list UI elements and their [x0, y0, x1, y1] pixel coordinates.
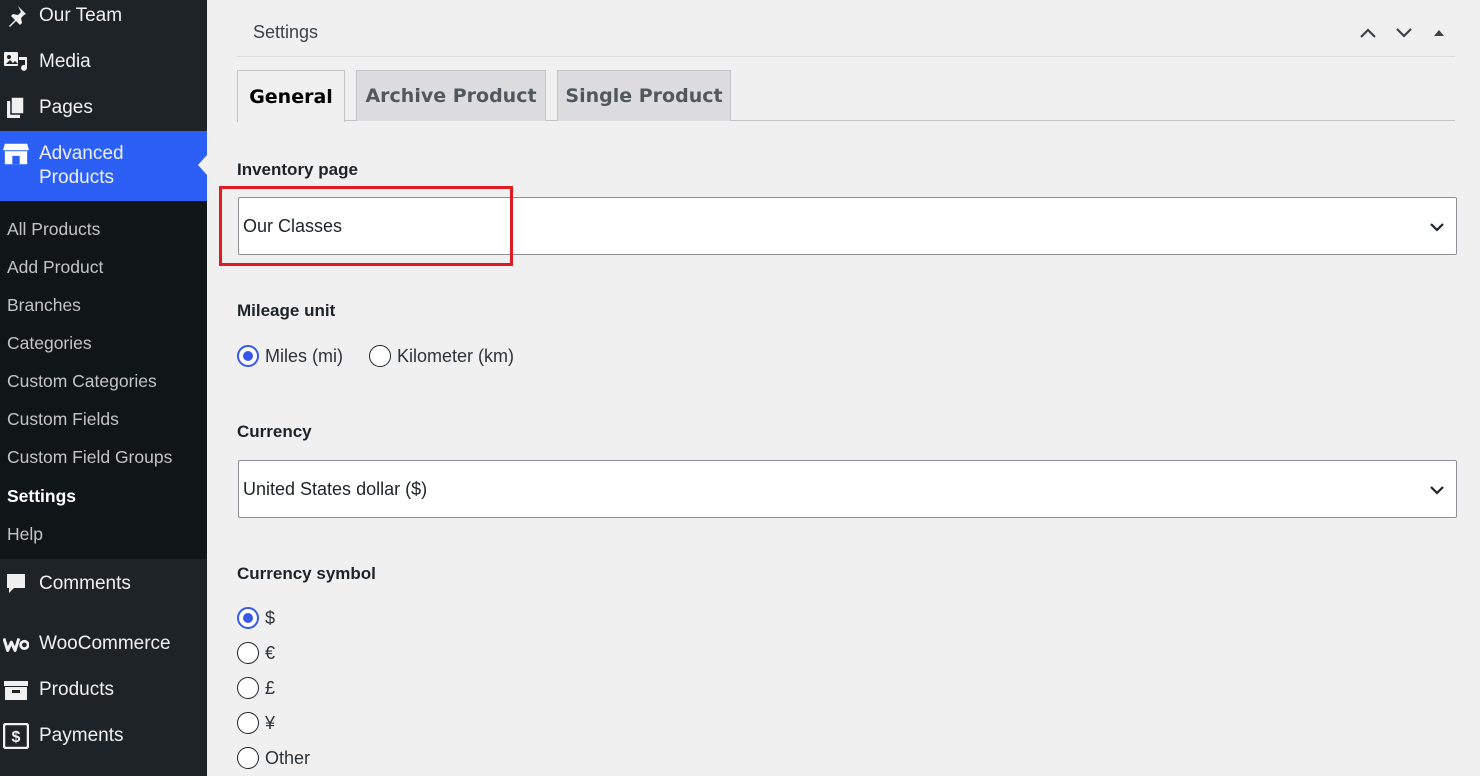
- menu-item-advanced-products[interactable]: Advanced Products: [0, 131, 207, 201]
- menu-label: Media: [39, 51, 91, 72]
- menu-item-comments[interactable]: Comments: [0, 568, 207, 600]
- menu-label: WooCommerce: [39, 633, 171, 654]
- menu-label: Payments: [39, 725, 124, 746]
- move-down-button[interactable]: [1393, 22, 1415, 44]
- menu-item-pages[interactable]: Pages: [0, 92, 207, 124]
- admin-sidebar: Our Team Media Pages Advanced Products A…: [0, 0, 207, 776]
- radio-circle[interactable]: [237, 712, 259, 734]
- advanced-products-submenu: All Products Add Product Branches Catego…: [0, 201, 207, 559]
- submenu-all-products[interactable]: All Products: [7, 219, 100, 240]
- settings-main: Settings General Archive Product Single …: [207, 0, 1480, 776]
- radio-kilometers[interactable]: Kilometer (km): [369, 345, 514, 367]
- store-icon: [3, 141, 29, 167]
- menu-item-our-team[interactable]: Our Team: [0, 0, 207, 32]
- tab-archive-product[interactable]: Archive Product: [356, 70, 546, 121]
- radio-circle-selected[interactable]: [237, 607, 259, 629]
- radio-symbol-dollar[interactable]: $: [237, 607, 275, 629]
- chevron-down-icon: [1396, 28, 1412, 38]
- submenu-custom-field-groups[interactable]: Custom Field Groups: [7, 447, 172, 468]
- radio-label: $: [265, 607, 276, 628]
- radio-circle[interactable]: [237, 677, 259, 699]
- postbox-title: Settings: [253, 22, 319, 42]
- menu-item-payments[interactable]: $ Payments: [0, 720, 207, 752]
- radio-label: Kilometer (km): [397, 345, 515, 366]
- currency-value: United States dollar ($): [243, 479, 428, 499]
- radio-circle[interactable]: [369, 345, 391, 367]
- submenu-add-product[interactable]: Add Product: [7, 257, 103, 278]
- inventory-page-select[interactable]: Our Classes: [238, 197, 1457, 255]
- radio-circle[interactable]: [237, 747, 259, 769]
- menu-label: Pages: [39, 97, 93, 118]
- radio-label: Other: [265, 747, 311, 768]
- pin-icon: [3, 3, 29, 29]
- settings-postbox-header: Settings: [237, 0, 1455, 57]
- caret-up-icon: [1434, 30, 1444, 36]
- currency-label: Currency: [237, 422, 312, 441]
- submenu-settings[interactable]: Settings: [7, 486, 76, 507]
- toggle-panel-button[interactable]: [1428, 22, 1450, 44]
- menu-label-line1: Advanced: [39, 143, 124, 164]
- woocommerce-icon: [3, 631, 29, 657]
- svg-text:$: $: [12, 729, 21, 746]
- inventory-page-label: Inventory page: [237, 160, 358, 179]
- submenu-custom-categories[interactable]: Custom Categories: [7, 371, 157, 392]
- radio-label: €: [265, 642, 276, 663]
- settings-tabs: General Archive Product Single Product: [237, 70, 1455, 122]
- radio-symbol-yen[interactable]: ¥: [237, 712, 275, 734]
- menu-item-woocommerce[interactable]: WooCommerce: [0, 628, 207, 660]
- menu-label: Products: [39, 679, 114, 700]
- tab-general[interactable]: General: [237, 70, 345, 122]
- menu-label: Our Team: [39, 5, 123, 26]
- pages-icon: [3, 95, 29, 121]
- inventory-page-value: Our Classes: [243, 216, 343, 236]
- radio-symbol-other[interactable]: Other: [237, 747, 310, 769]
- archive-box-icon: [3, 677, 29, 703]
- submenu-branches[interactable]: Branches: [7, 295, 81, 316]
- currency-symbol-label: Currency symbol: [237, 564, 376, 583]
- currency-select[interactable]: United States dollar ($): [238, 460, 1457, 518]
- menu-item-products[interactable]: Products: [0, 674, 207, 706]
- submenu-help[interactable]: Help: [7, 524, 43, 545]
- radio-symbol-euro[interactable]: €: [237, 642, 275, 664]
- mileage-unit-label: Mileage unit: [237, 301, 336, 320]
- submenu-categories[interactable]: Categories: [7, 333, 92, 354]
- media-icon: [3, 49, 29, 75]
- radio-circle[interactable]: [237, 642, 259, 664]
- menu-item-media[interactable]: Media: [0, 46, 207, 78]
- radio-symbol-pound[interactable]: £: [237, 677, 275, 699]
- radio-label: Miles (mi): [265, 345, 343, 366]
- submenu-custom-fields[interactable]: Custom Fields: [7, 409, 119, 430]
- menu-label: Comments: [39, 573, 131, 594]
- radio-label: £: [265, 677, 276, 698]
- radio-label: ¥: [265, 712, 276, 733]
- chevron-down-icon: [1430, 486, 1444, 495]
- payments-icon: $: [3, 723, 29, 749]
- chevron-down-icon: [1430, 223, 1444, 232]
- chevron-up-icon: [1360, 28, 1376, 38]
- radio-circle-selected[interactable]: [237, 345, 259, 367]
- move-up-button[interactable]: [1357, 22, 1379, 44]
- tab-single-product[interactable]: Single Product: [557, 70, 731, 121]
- radio-miles[interactable]: Miles (mi): [237, 345, 343, 367]
- menu-label-line2: Products: [39, 167, 114, 188]
- comment-icon: [3, 571, 29, 597]
